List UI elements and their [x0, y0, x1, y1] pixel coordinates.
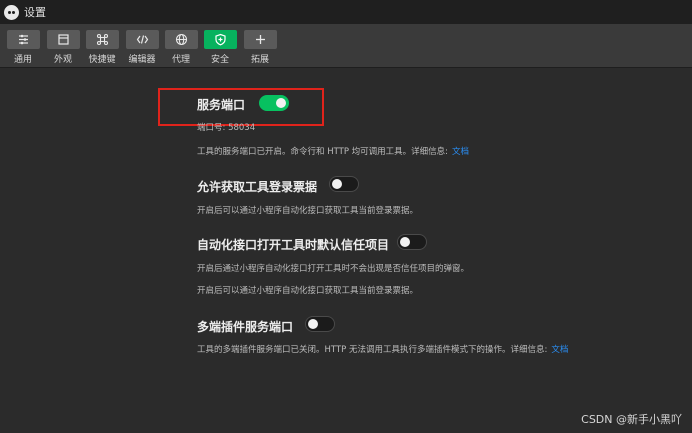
title-bar: 设置 — [0, 0, 692, 24]
sliders-icon — [6, 30, 40, 49]
watermark: CSDN @新手小黑吖 — [581, 413, 682, 426]
tab-shortcuts[interactable]: 快捷键 — [85, 30, 119, 65]
docs-link[interactable]: 文档 — [452, 147, 469, 157]
command-icon — [85, 30, 119, 49]
auto-trust-toggle[interactable] — [397, 234, 427, 250]
login-ticket-toggle[interactable] — [329, 176, 359, 192]
window-icon — [46, 30, 80, 49]
shield-icon — [203, 30, 237, 49]
auto-trust-title: 自动化接口打开工具时默认信任项目 — [197, 238, 390, 252]
service-port-number: 端口号: 58034 — [197, 123, 256, 133]
tab-label: 拓展 — [250, 55, 269, 65]
tab-proxy[interactable]: 代理 — [164, 30, 198, 65]
auto-trust-desc-2: 开启后可以通过小程序自动化接口获取工具当前登录票据。 — [197, 286, 419, 296]
service-port-desc-text: 工具的服务端口已开启。命令行和 HTTP 均可调用工具。详细信息: — [197, 147, 449, 157]
login-ticket-title: 允许获取工具登录票据 — [197, 180, 318, 194]
service-port-desc: 工具的服务端口已开启。命令行和 HTTP 均可调用工具。详细信息: 文档 — [197, 145, 469, 157]
tab-security[interactable]: 安全 — [203, 30, 237, 65]
toggle-knob — [308, 319, 318, 329]
window-title: 设置 — [24, 6, 46, 19]
wechat-logo-icon — [4, 4, 19, 20]
tab-label: 代理 — [171, 55, 190, 65]
tab-label: 通用 — [13, 55, 32, 65]
login-ticket-desc: 开启后可以通过小程序自动化接口获取工具当前登录票据。 — [197, 206, 419, 216]
tab-label: 外观 — [53, 55, 72, 65]
multi-plugin-port-desc-text: 工具的多端插件服务端口已关闭。HTTP 无法调用工具执行多端插件模式下的操作。详… — [197, 345, 548, 355]
docs-link[interactable]: 文档 — [551, 345, 568, 355]
multi-plugin-port-title: 多端插件服务端口 — [197, 320, 294, 334]
plus-icon — [243, 30, 277, 49]
tab-label: 快捷键 — [88, 55, 116, 65]
tab-editor[interactable]: 编辑器 — [125, 30, 159, 65]
multi-plugin-port-toggle[interactable] — [305, 316, 335, 332]
auto-trust-desc: 开启后通过小程序自动化接口打开工具时不会出现是否信任项目的弹窗。 — [197, 264, 470, 274]
tab-extensions[interactable]: 拓展 — [243, 30, 277, 65]
tab-general[interactable]: 通用 — [6, 30, 40, 65]
globe-icon — [164, 30, 198, 49]
multi-plugin-port-desc: 工具的多端插件服务端口已关闭。HTTP 无法调用工具执行多端插件模式下的操作。详… — [197, 343, 568, 355]
toggle-knob — [332, 179, 342, 189]
tab-appearance[interactable]: 外观 — [46, 30, 80, 65]
tab-label: 编辑器 — [128, 55, 156, 65]
toggle-knob — [400, 237, 410, 247]
code-icon — [125, 30, 159, 49]
tab-label: 安全 — [210, 55, 229, 65]
settings-toolbar: 通用 外观 快捷键 编辑器 代理 安全 拓展 — [0, 24, 692, 68]
